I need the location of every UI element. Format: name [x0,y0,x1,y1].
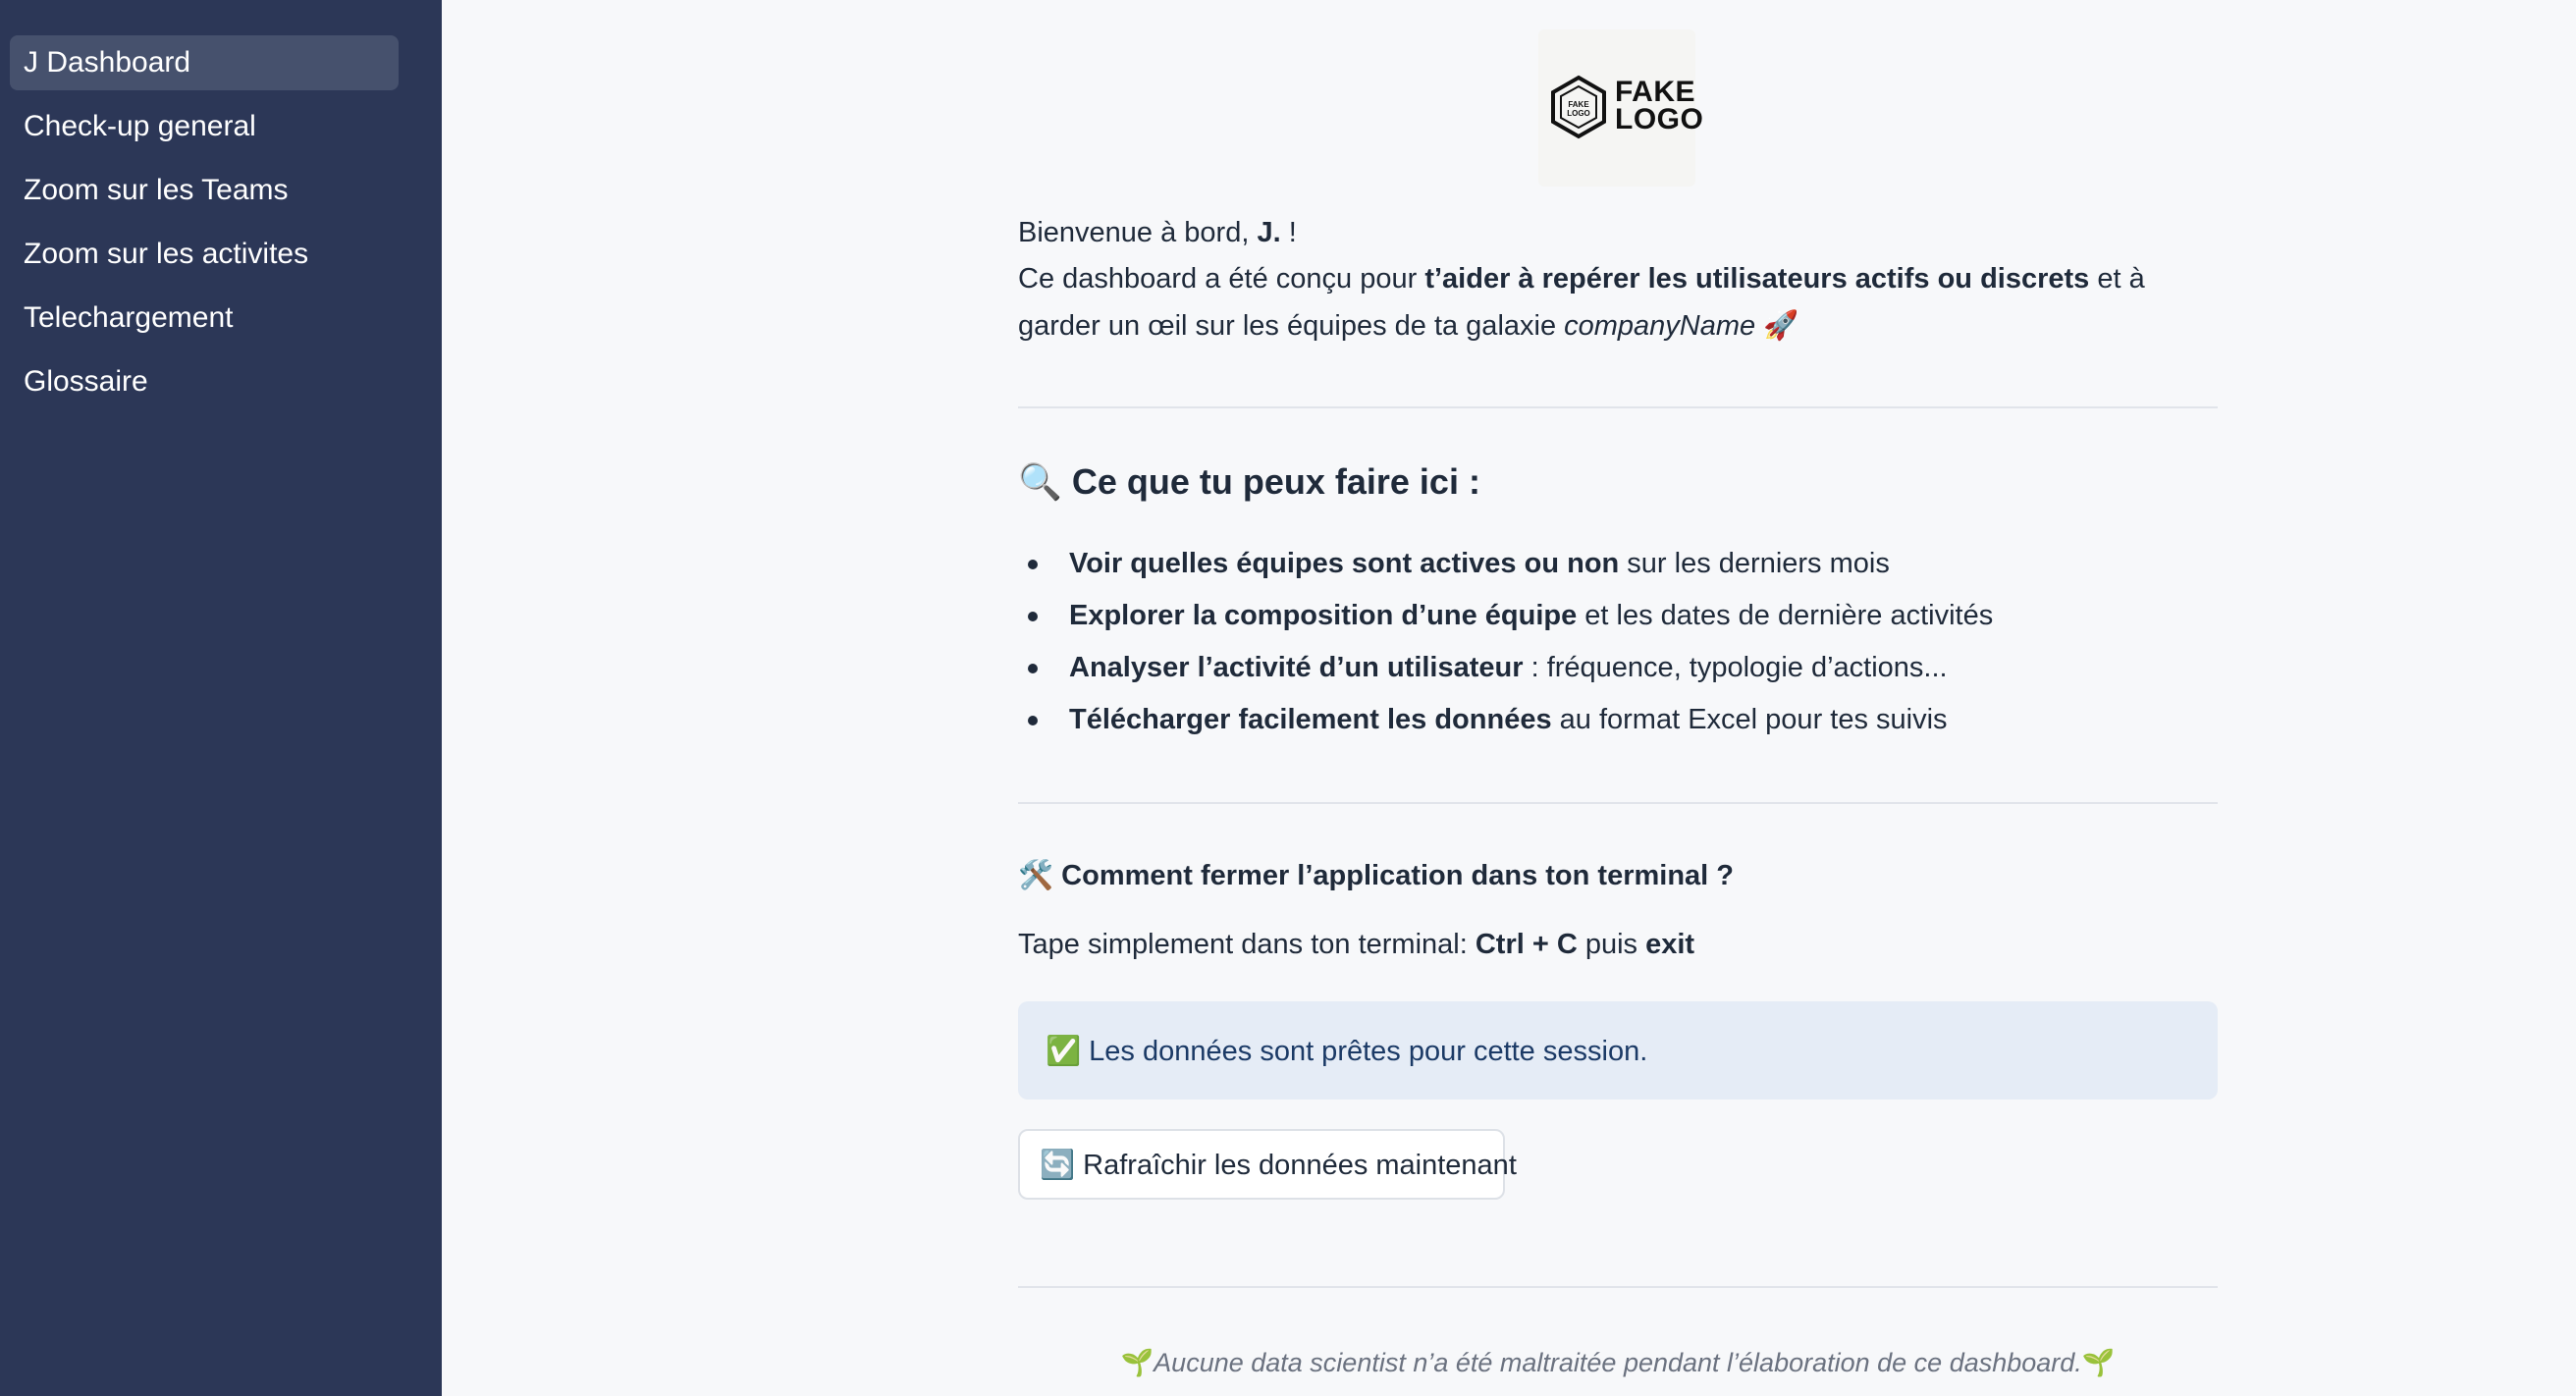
logo-badge-line1: FAKE [1568,100,1589,109]
howto-title-text: Comment fermer l’application dans ton te… [1061,860,1734,891]
features-title: 🔍 Ce que tu peux faire ici : [1018,461,1480,503]
seedling-icon: 🌱 [1120,1348,1154,1378]
welcome-description: Ce dashboard a été conçu pour t’aider à … [1018,256,2218,349]
feature-text: : fréquence, typologie d’actions... [1523,652,1948,683]
logo-line1: FAKE [1615,76,1696,108]
welcome-text: Bienvenue à bord, J. ! Ce dashboard a ét… [1018,210,2218,349]
list-item: Explorer la composition d’une équipe et … [1018,590,1993,642]
list-item: Voir quelles équipes sont actives ou non… [1018,538,1993,590]
refresh-data-button[interactable]: 🔄 Rafraîchir les données maintenant [1018,1129,1517,1200]
welcome-prefix: Bienvenue à bord, [1018,217,1258,248]
divider [1018,802,2218,804]
welcome-line: Bienvenue à bord, J. ! [1018,210,2218,256]
seedling-icon: 🌱 [2081,1348,2116,1378]
company-logo: FAKE LOGO FAKE LOGO [1538,29,1703,187]
feature-text: au format Excel pour tes suivis [1551,704,1948,735]
feature-text: et les dates de dernière activités [1577,600,1994,631]
sidebar-item-zoom-teams[interactable]: Zoom sur les Teams [10,163,399,218]
sidebar-item-zoom-activites[interactable]: Zoom sur les activites [10,227,399,282]
footer-text: Aucune data scientist n’a été maltraitée… [1154,1348,2082,1377]
feature-bold: Analyser l’activité d’un utilisateur [1069,652,1524,683]
shortcut-text: Ctrl + C [1475,929,1578,960]
description-bold: t’aider à repérer les utilisateurs actif… [1424,263,2090,295]
footer-note: 🌱Aucune data scientist n’a été maltraité… [1018,1347,2218,1378]
logo-hex-icon: FAKE LOGO [1551,75,1606,139]
howto-title: 🛠️ Comment fermer l’application dans ton… [1018,858,1734,892]
rocket-icon: 🚀 [1763,308,1799,342]
sidebar-item-check-up-general[interactable]: Check-up general [10,99,399,154]
features-title-text: Ce que tu peux faire ici : [1071,461,1480,502]
welcome-user: J. [1257,217,1281,248]
exit-command: exit [1645,929,1695,960]
company-name: companyName [1564,310,1756,342]
status-message: Les données sont prêtes pour cette sessi… [1089,1036,1648,1067]
logo-wordmark: FAKE LOGO [1615,76,1704,135]
divider [1018,1286,2218,1288]
list-item: Analyser l’activité d’un utilisateur : f… [1018,642,1993,694]
sidebar-item-glossaire[interactable]: Glossaire [10,354,399,409]
feature-bold: Explorer la composition d’une équipe [1069,600,1578,631]
sidebar: J Dashboard Check-up general Zoom sur le… [0,0,442,1396]
features-list: Voir quelles équipes sont actives ou non… [1018,538,1993,746]
howto-prefix: Tape simplement dans ton terminal: [1018,929,1476,960]
feature-bold: Télécharger facilement les données [1069,704,1552,735]
check-icon: ✅ [1046,1034,1082,1067]
refresh-label: Rafraîchir les données maintenant [1083,1150,1517,1181]
sidebar-item-telechargement[interactable]: Telechargement [10,291,399,346]
sidebar-item-j-dashboard[interactable]: J Dashboard [10,35,399,90]
logo-badge-line2: LOGO [1567,109,1590,118]
divider [1018,406,2218,408]
howto-middle: puis [1577,929,1646,960]
tools-icon: 🛠️ [1018,858,1054,891]
description-prefix: Ce dashboard a été conçu pour [1018,263,1425,295]
refresh-icon: 🔄 [1040,1148,1076,1181]
status-info-box: ✅ Les données sont prêtes pour cette ses… [1018,1001,2218,1100]
feature-text: sur les derniers mois [1619,548,1890,579]
feature-bold: Voir quelles équipes sont actives ou non [1069,548,1620,579]
welcome-suffix: ! [1280,217,1297,248]
list-item: Télécharger facilement les données au fo… [1018,694,1993,746]
howto-instructions: Tape simplement dans ton terminal: Ctrl … [1018,929,1694,961]
logo-line2: LOGO [1615,103,1704,135]
magnifier-icon: 🔍 [1018,462,1062,503]
